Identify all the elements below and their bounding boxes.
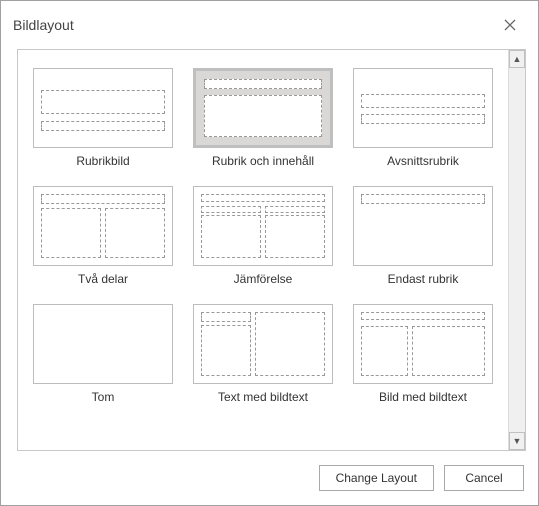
layout-thumbnail bbox=[193, 304, 333, 384]
dialog-footer: Change Layout Cancel bbox=[1, 451, 538, 505]
slide-layout-dialog: Bildlayout Rubrikbild Rubrik och innehåll… bbox=[0, 0, 539, 506]
layout-option-bild-bildtext[interactable]: Bild med bildtext bbox=[346, 300, 500, 416]
layout-option-avsnittsrubrik[interactable]: Avsnittsrubrik bbox=[346, 64, 500, 180]
layout-thumbnail bbox=[33, 186, 173, 266]
layout-label: Två delar bbox=[78, 272, 128, 286]
scroll-up-button[interactable]: ▲ bbox=[509, 50, 525, 68]
layout-label: Rubrikbild bbox=[76, 154, 129, 168]
layout-thumbnail bbox=[33, 304, 173, 384]
cancel-button[interactable]: Cancel bbox=[444, 465, 524, 491]
layout-label: Bild med bildtext bbox=[379, 390, 467, 404]
scroll-down-button[interactable]: ▼ bbox=[509, 432, 525, 450]
layout-option-tom[interactable]: Tom bbox=[26, 300, 180, 416]
layout-label: Avsnittsrubrik bbox=[387, 154, 459, 168]
layout-thumbnail bbox=[193, 186, 333, 266]
layout-label: Endast rubrik bbox=[388, 272, 459, 286]
layout-grid: Rubrikbild Rubrik och innehåll Avsnittsrub… bbox=[26, 64, 500, 416]
layout-option-tva-delar[interactable]: Två delar bbox=[26, 182, 180, 298]
layout-label: Jämförelse bbox=[234, 272, 293, 286]
dialog-title: Bildlayout bbox=[13, 17, 74, 33]
change-layout-button[interactable]: Change Layout bbox=[319, 465, 434, 491]
layout-thumbnail bbox=[33, 68, 173, 148]
layout-thumbnail bbox=[193, 68, 333, 148]
close-icon bbox=[504, 19, 516, 31]
layout-option-text-bildtext[interactable]: Text med bildtext bbox=[186, 300, 340, 416]
content-area: Rubrikbild Rubrik och innehåll Avsnittsrub… bbox=[17, 49, 526, 451]
vertical-scrollbar[interactable]: ▲ ▼ bbox=[508, 50, 526, 450]
layout-thumbnail bbox=[353, 304, 493, 384]
scroll-track[interactable] bbox=[509, 68, 525, 432]
layout-grid-container: Rubrikbild Rubrik och innehåll Avsnittsrub… bbox=[18, 50, 508, 450]
close-button[interactable] bbox=[494, 9, 526, 41]
layout-thumbnail bbox=[353, 68, 493, 148]
layout-label: Rubrik och innehåll bbox=[212, 154, 314, 168]
layout-option-rubrik-innehall[interactable]: Rubrik och innehåll bbox=[186, 64, 340, 180]
layout-label: Tom bbox=[92, 390, 115, 404]
layout-option-endast-rubrik[interactable]: Endast rubrik bbox=[346, 182, 500, 298]
layout-label: Text med bildtext bbox=[218, 390, 308, 404]
layout-option-rubrikbild[interactable]: Rubrikbild bbox=[26, 64, 180, 180]
titlebar: Bildlayout bbox=[1, 1, 538, 49]
layout-thumbnail bbox=[353, 186, 493, 266]
layout-option-jamforelse[interactable]: Jämförelse bbox=[186, 182, 340, 298]
